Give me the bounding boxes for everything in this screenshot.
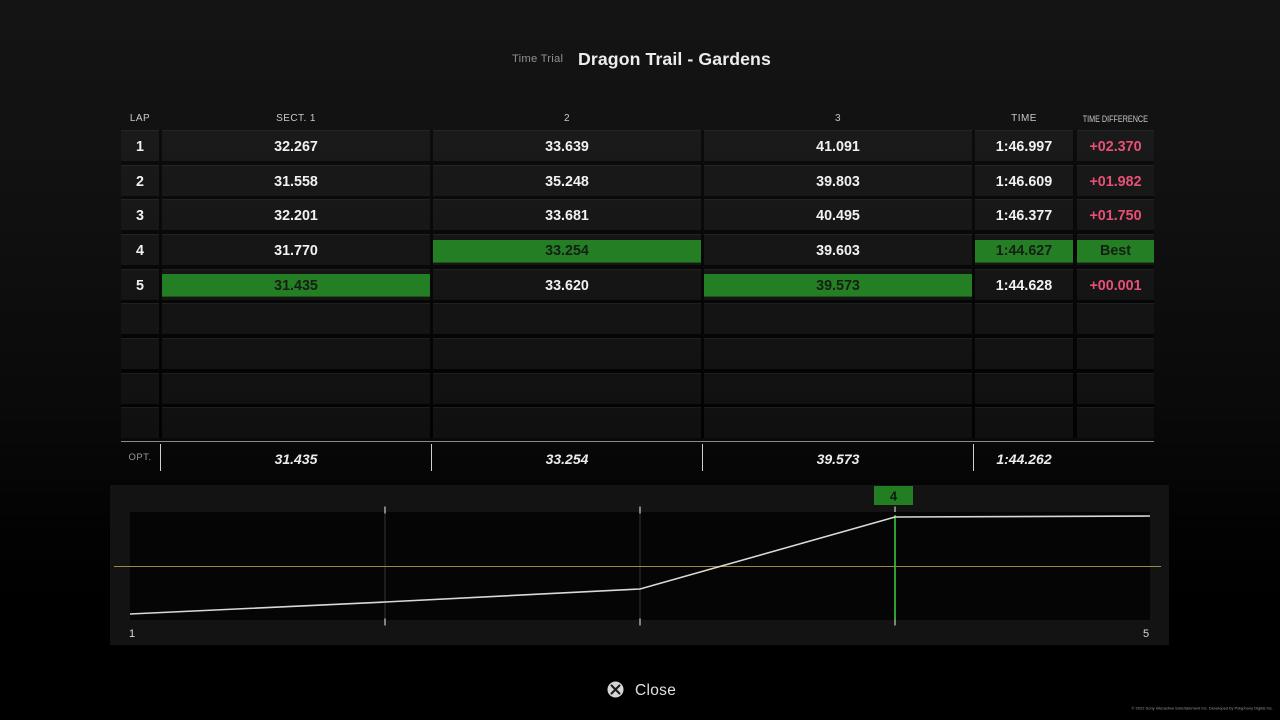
svg-text:5: 5 bbox=[1143, 628, 1149, 640]
svg-text:4: 4 bbox=[890, 489, 898, 504]
svg-text:1: 1 bbox=[129, 628, 135, 640]
